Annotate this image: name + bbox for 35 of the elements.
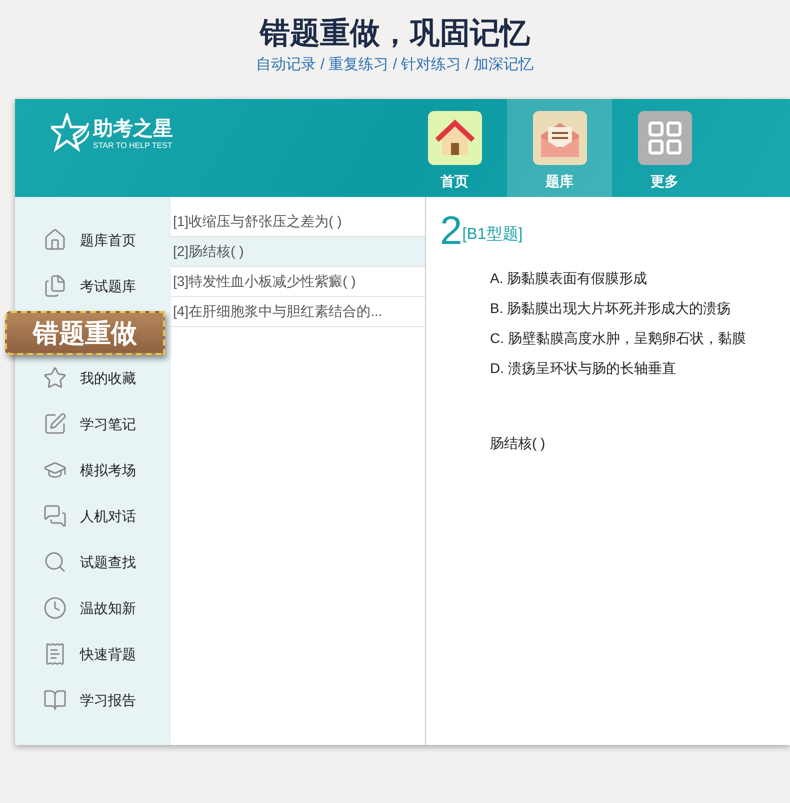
question-list-item[interactable]: [2]肠结核( ): [171, 237, 425, 267]
sidebar-item[interactable]: 人机对话: [15, 493, 171, 539]
documents-icon: [43, 274, 67, 298]
star-logo-icon: [51, 113, 89, 155]
sidebar-item[interactable]: 考试题库: [15, 263, 171, 309]
sidebar-item[interactable]: 我的收藏: [15, 355, 171, 401]
chat-bubbles-icon: [43, 504, 67, 528]
page-subtitle: 自动记录 / 重复练习 / 针对练习 / 加深记忆: [256, 55, 534, 75]
sidebar-item[interactable]: 快速背题: [15, 631, 171, 677]
clock-icon: [43, 596, 67, 620]
sidebar-item[interactable]: 题库首页: [15, 217, 171, 263]
answer-option[interactable]: A. 肠黏膜表面有假膜形成: [490, 263, 790, 293]
question-number: 2: [440, 211, 462, 251]
envelope-icon: [532, 111, 586, 165]
star-icon: [43, 366, 67, 390]
answer-option[interactable]: C. 肠壁黏膜高度水肿，呈鹅卵石状，黏膜: [490, 323, 790, 353]
logo-tagline: STAR TO HELP TEST: [93, 141, 173, 151]
edit-icon: [43, 412, 67, 436]
answer-option[interactable]: B. 肠黏膜出现大片坏死并形成大的溃疡: [490, 293, 790, 323]
question-type: [B1型题]: [462, 225, 523, 245]
sidebar-item[interactable]: 学习报告: [15, 677, 171, 723]
grid-icon: [638, 111, 692, 165]
book-icon: [43, 688, 67, 712]
sidebar-item[interactable]: 试题查找: [15, 539, 171, 585]
sidebar-item[interactable]: 学习笔记: [15, 401, 171, 447]
search-icon: [43, 550, 67, 574]
page-title: 错题重做，巩固记忆: [260, 16, 530, 52]
ribbon-banner: 错题重做: [5, 311, 165, 355]
answer-option[interactable]: D. 溃疡呈环状与肠的长轴垂直: [490, 353, 790, 383]
question-stem: 肠结核( ): [490, 434, 546, 453]
sidebar-item[interactable]: 模拟考场: [15, 447, 171, 493]
logo-name: 助考之星: [93, 117, 173, 141]
sidebar-item[interactable]: 温故知新: [15, 585, 171, 631]
house-icon: [428, 111, 482, 165]
home-icon: [43, 228, 67, 252]
